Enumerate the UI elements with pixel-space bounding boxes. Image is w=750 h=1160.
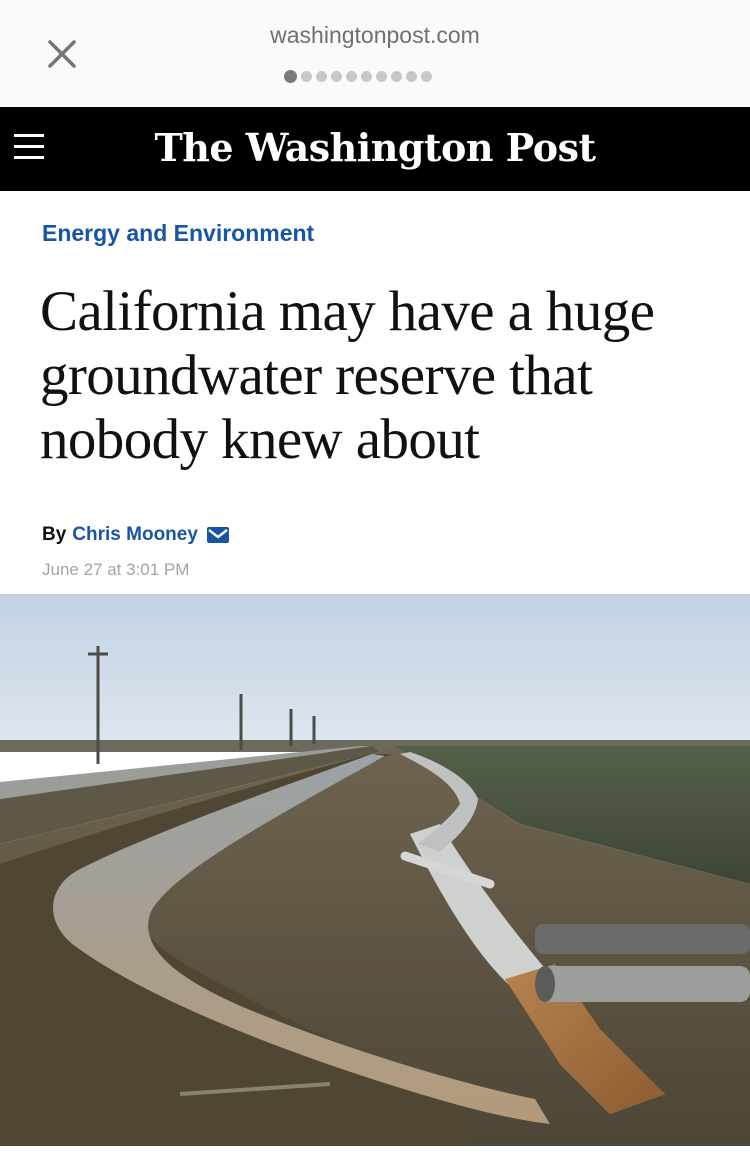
- masthead-logo[interactable]: The Washington Post: [0, 125, 750, 170]
- page-dot[interactable]: [316, 70, 327, 82]
- page-indicator: [284, 68, 432, 84]
- page-dot[interactable]: [346, 70, 357, 82]
- url-text: washingtonpost.com: [270, 22, 480, 48]
- article-headline: California may have a huge groundwater r…: [40, 280, 655, 471]
- lead-image[interactable]: [0, 594, 750, 1146]
- page-dot[interactable]: [284, 69, 297, 83]
- bottom-strip: [0, 1146, 750, 1160]
- page-dot[interactable]: [421, 70, 432, 82]
- byline-prefix: By: [42, 524, 67, 545]
- site-header: The Washington Post: [0, 107, 750, 191]
- mail-icon[interactable]: [206, 526, 230, 544]
- page-dot[interactable]: [376, 70, 387, 82]
- browser-top-bar: washingtonpost.com: [0, 0, 750, 107]
- author-link[interactable]: Chris Mooney: [72, 524, 198, 546]
- page-dot[interactable]: [301, 70, 312, 82]
- page-dot[interactable]: [331, 70, 342, 82]
- page-dot[interactable]: [391, 70, 402, 82]
- page-dot[interactable]: [406, 70, 417, 82]
- page-dot[interactable]: [361, 70, 372, 82]
- byline: By Chris Mooney: [42, 524, 230, 546]
- publish-timestamp: June 27 at 3:01 PM: [42, 560, 190, 579]
- section-label[interactable]: Energy and Environment: [42, 220, 314, 247]
